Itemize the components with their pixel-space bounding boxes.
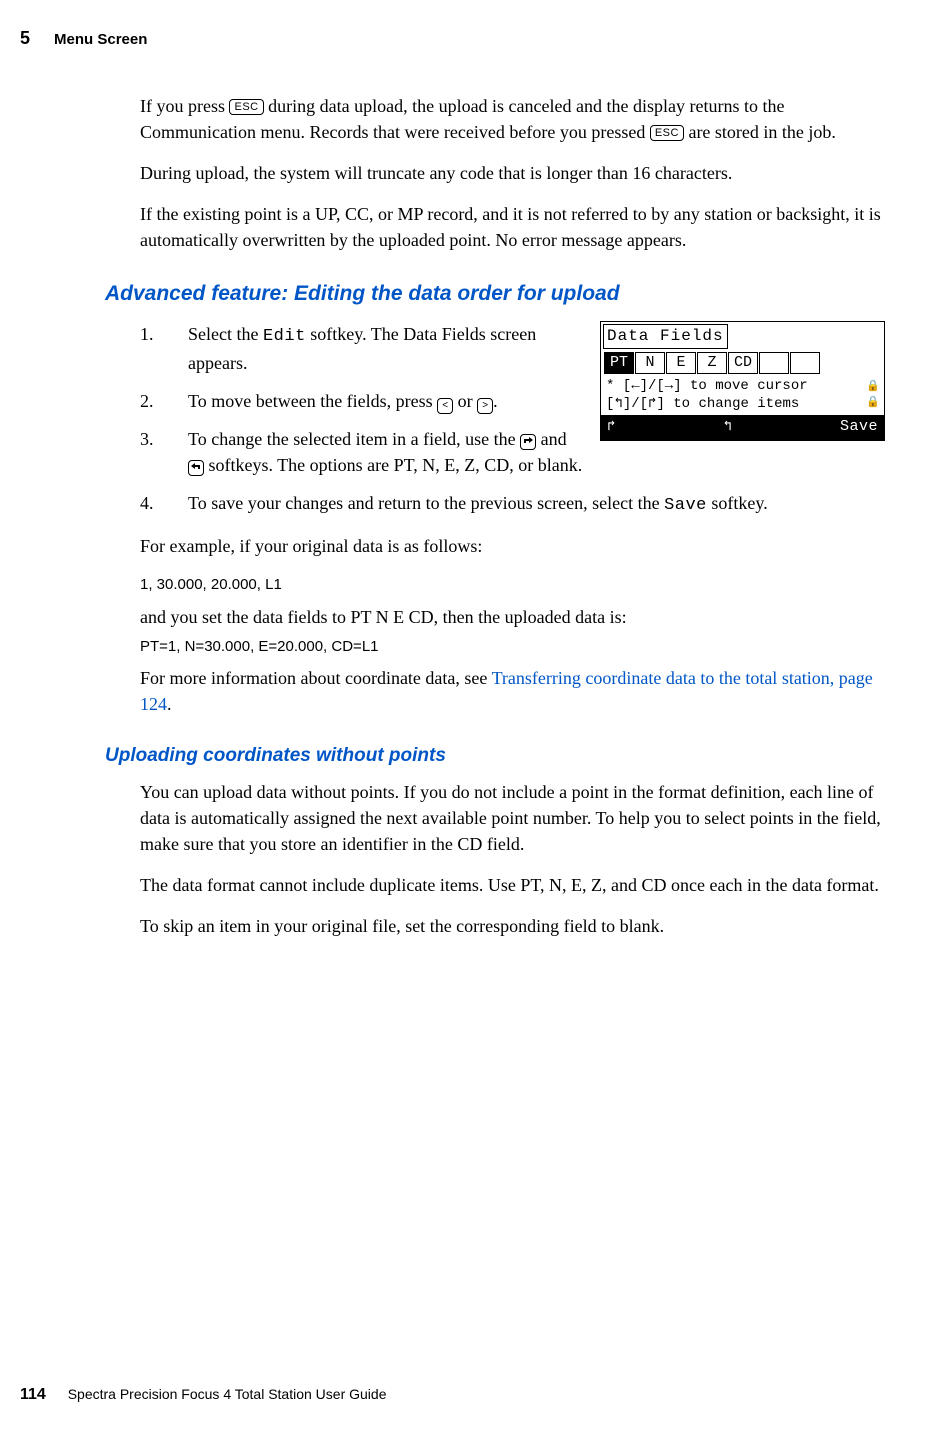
esc-key-icon: ESC: [650, 125, 684, 141]
step-3: 3. To change the selected item in a fiel…: [188, 426, 885, 478]
page-header: 5 Menu Screen: [20, 25, 885, 51]
paragraph-truncate: During upload, the system will truncate …: [140, 160, 885, 186]
edit-softkey-label: Edit: [263, 327, 306, 346]
cycle-back-icon: [188, 460, 204, 476]
left-arrow-key-icon: <: [437, 398, 453, 414]
step-1: 1. Select the Edit softkey. The Data Fie…: [188, 321, 885, 376]
paragraph-no-dup: The data format cannot include duplicate…: [140, 872, 885, 898]
code-original-data: 1, 30.000, 20.000, L1: [140, 574, 885, 596]
paragraph-overwrite: If the existing point is a UP, CC, or MP…: [140, 201, 885, 253]
save-softkey-label: Save: [664, 496, 707, 515]
page-number: 114: [20, 1386, 46, 1403]
paragraph-example-mid: and you set the data fields to PT N E CD…: [140, 604, 885, 630]
chapter-title: Menu Screen: [54, 29, 147, 51]
page-footer: 114 Spectra Precision Focus 4 Total Stat…: [20, 1383, 387, 1406]
paragraph-no-points: You can upload data without points. If y…: [140, 779, 885, 857]
step-2: 2. To move between the fields, press < o…: [188, 388, 885, 414]
esc-key-icon: ESC: [229, 99, 263, 115]
subsection-heading-upload-without-points: Uploading coordinates without points: [105, 742, 885, 770]
cycle-forward-icon: [520, 434, 536, 450]
code-uploaded-data: PT=1, N=30.000, E=20.000, CD=L1: [140, 636, 885, 658]
paragraph-xref: For more information about coordinate da…: [140, 665, 885, 717]
right-arrow-key-icon: >: [477, 398, 493, 414]
book-title: Spectra Precision Focus 4 Total Station …: [68, 1386, 387, 1402]
chapter-number: 5: [20, 25, 30, 51]
body-content: If you press ESC during data upload, the…: [140, 93, 885, 939]
step-4: 4. To save your changes and return to th…: [188, 490, 885, 519]
section-heading-advanced: Advanced feature: Editing the data order…: [105, 279, 885, 309]
paragraph-example-intro: For example, if your original data is as…: [140, 533, 885, 559]
paragraph-esc-cancel: If you press ESC during data upload, the…: [140, 93, 885, 145]
paragraph-skip: To skip an item in your original file, s…: [140, 913, 885, 939]
